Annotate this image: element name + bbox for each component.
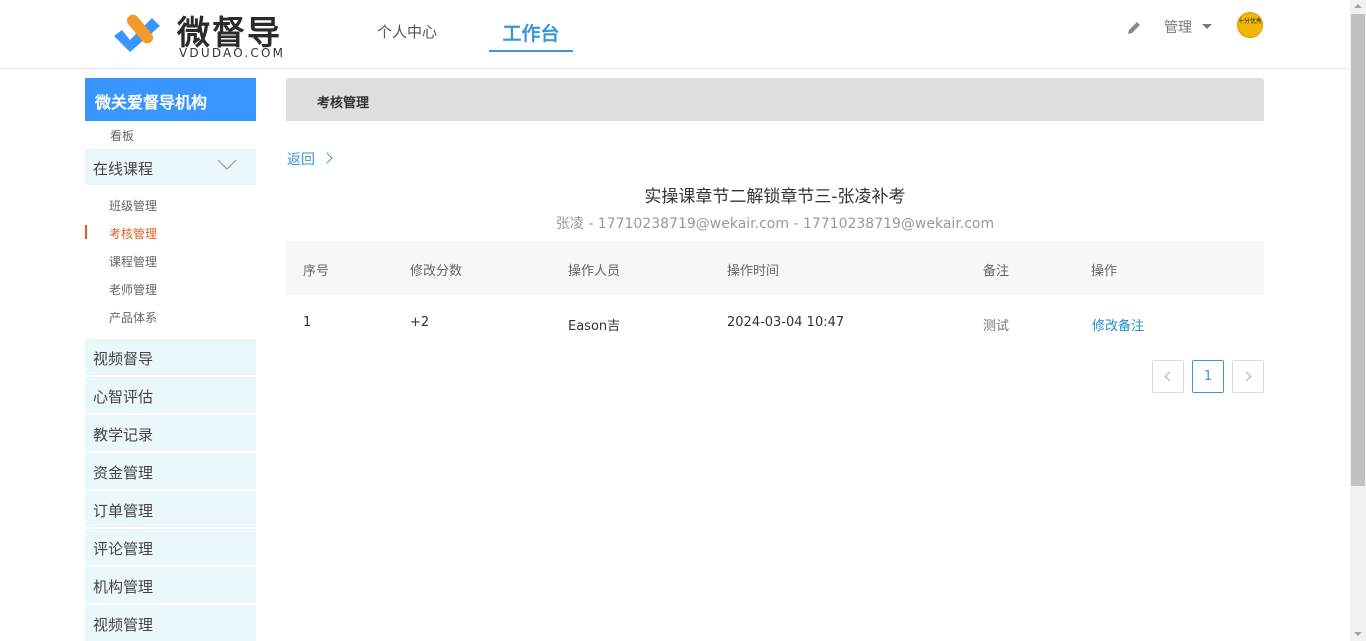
- cell-note: 测试: [983, 319, 1010, 334]
- chevron-right-icon: [321, 152, 333, 164]
- chevron-right-icon: [1241, 371, 1252, 382]
- avatar[interactable]: 十分优秀: [1237, 12, 1263, 38]
- caret-down-icon: [1202, 23, 1212, 29]
- admin-dropdown[interactable]: 管理: [1164, 17, 1212, 37]
- cell-operator: Eason吉: [568, 319, 621, 334]
- active-indicator: [85, 225, 87, 239]
- pencil-icon[interactable]: [1125, 19, 1143, 37]
- sidebar-subitem-teacher[interactable]: 老师管理: [109, 281, 157, 298]
- table-row: 1 +2 Eason吉 2024-03-04 10:47 测试 修改备注: [286, 295, 1264, 351]
- logo-subtitle: VDUDAO.COM: [179, 46, 286, 60]
- sidebar-item-label: 在线课程: [93, 160, 154, 178]
- sidebar-subitem-product[interactable]: 产品体系: [109, 309, 157, 326]
- column-header: 备注: [983, 264, 1010, 279]
- sidebar-subitem-exam[interactable]: 考核管理: [109, 225, 157, 242]
- breadcrumb: 考核管理: [286, 78, 1264, 121]
- table-header: 序号 修改分数 操作人员 操作时间 备注 操作: [286, 241, 1264, 295]
- sidebar-subitem-course[interactable]: 课程管理: [109, 253, 157, 270]
- sidebar-item-comments[interactable]: 评论管理: [85, 529, 256, 565]
- chevron-down-icon: [217, 159, 237, 170]
- column-header: 序号: [303, 264, 330, 279]
- cell-score: +2: [410, 315, 430, 330]
- page-title: 考核管理: [317, 96, 370, 111]
- sidebar-item-video[interactable]: 视频管理: [85, 605, 256, 641]
- chevron-left-icon: [1164, 371, 1175, 382]
- cell-time: 2024-03-04 10:47: [727, 315, 845, 330]
- sidebar-item-online-course[interactable]: 在线课程: [85, 149, 256, 185]
- scroll-up-icon[interactable]: [1354, 4, 1362, 8]
- pagination-prev-button[interactable]: [1152, 360, 1184, 393]
- column-header: 操作时间: [727, 264, 780, 279]
- pagination-next-button[interactable]: [1232, 360, 1264, 393]
- scroll-down-icon[interactable]: [1354, 632, 1362, 636]
- edit-note-link[interactable]: 修改备注: [1092, 315, 1144, 334]
- nav-workbench[interactable]: 工作台: [489, 19, 573, 52]
- top-header: 微督导 VDUDAO.COM 个人中心 工作台 管理 十分优秀: [0, 0, 1350, 69]
- scrollbar-thumb[interactable]: [1351, 14, 1365, 486]
- admin-label: 管理: [1164, 20, 1192, 36]
- sidebar-item-board[interactable]: 看板: [110, 127, 134, 144]
- sidebar-item-video-supervision[interactable]: 视频督导: [85, 339, 256, 375]
- logo[interactable]: 微督导 VDUDAO.COM: [110, 8, 290, 62]
- column-header: 修改分数: [410, 264, 463, 279]
- cell-index: 1: [303, 315, 312, 330]
- column-header: 操作: [1091, 264, 1118, 279]
- nav-personal-center[interactable]: 个人中心: [377, 21, 437, 42]
- pagination-page[interactable]: 1: [1192, 360, 1224, 393]
- back-label: 返回: [287, 152, 315, 168]
- sidebar-item-funds[interactable]: 资金管理: [85, 453, 256, 489]
- exam-subtitle: 张凌 - 17710238719@wekair.com - 1771023871…: [555, 216, 995, 232]
- sidebar-subitem-class[interactable]: 班级管理: [109, 197, 157, 214]
- sidebar-item-teaching-record[interactable]: 教学记录: [85, 415, 256, 451]
- sidebar-item-assessment[interactable]: 心智评估: [85, 377, 256, 413]
- exam-title: 实操课章节二解锁章节三-张凌补考: [644, 187, 906, 207]
- column-header: 操作人员: [568, 264, 621, 279]
- logo-mark-icon: [114, 14, 160, 52]
- sidebar-item-institution[interactable]: 机构管理: [85, 567, 256, 603]
- sidebar-item-orders[interactable]: 订单管理: [85, 491, 256, 527]
- back-link[interactable]: 返回: [287, 149, 333, 169]
- sidebar-org-title[interactable]: 微关爱督导机构: [85, 78, 256, 121]
